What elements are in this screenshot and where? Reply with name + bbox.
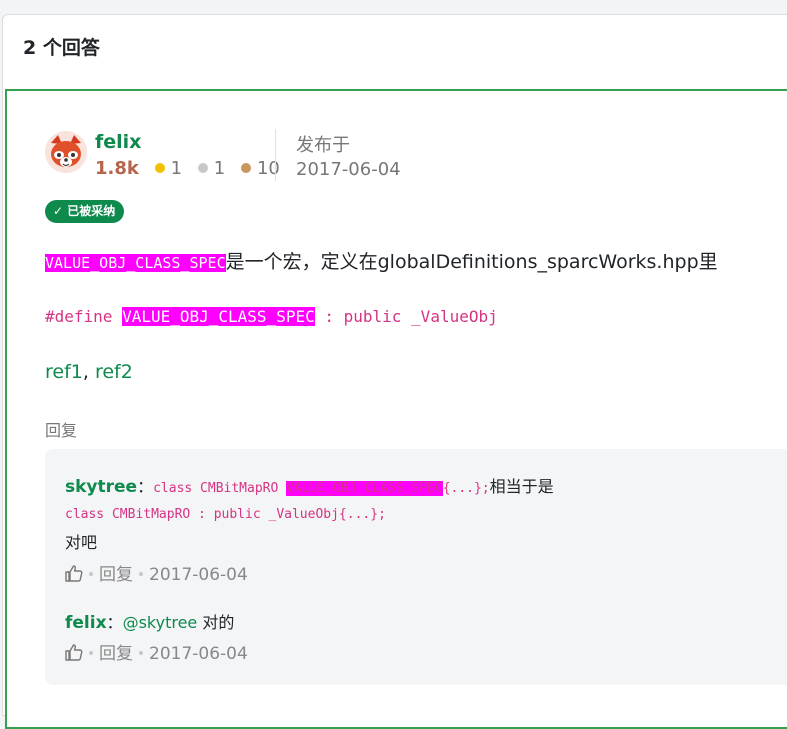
- red-panda-avatar-icon: [45, 131, 87, 173]
- macro-highlight: VALUE_OBJ_CLASS_SPEC: [45, 254, 226, 272]
- reference-links: ref1, ref2: [45, 361, 133, 383]
- comment-date: 2017-06-04: [149, 565, 248, 585]
- thumbs-up-icon[interactable]: [65, 565, 83, 582]
- gold-badge-count: 1: [170, 158, 183, 179]
- comment-1-line-3: 对吧: [65, 529, 97, 553]
- separator-dot: [89, 572, 93, 576]
- code-define: #define: [45, 307, 123, 326]
- separator-dot: [139, 572, 143, 576]
- comment-author[interactable]: skytree: [65, 477, 137, 497]
- silver-badge-count: 1: [213, 158, 226, 179]
- ref-link[interactable]: ref2: [95, 361, 133, 383]
- gold-badge-icon: [154, 163, 165, 173]
- author-reputation: 1.8k 1 1 10: [95, 158, 280, 179]
- comment-2-line-1: felix：@skytree 对的: [65, 609, 234, 633]
- comment-colon: ：: [137, 477, 154, 496]
- silver-badge-icon: [197, 163, 208, 173]
- comment-reply-button[interactable]: 回复: [99, 644, 133, 664]
- bronze-badge-icon: [240, 163, 251, 173]
- avatar[interactable]: [45, 131, 87, 173]
- comment-macro-highlight: VALUE_OBJ_CLASS_SPEC: [286, 481, 443, 496]
- comment-date: 2017-06-04: [149, 644, 248, 664]
- comment-colon: ：: [106, 613, 123, 632]
- reply-button[interactable]: 回复: [45, 417, 77, 441]
- comment-code: {...};: [442, 481, 490, 496]
- divider: [275, 129, 276, 181]
- comment-1-line-1: skytree：class CMBitMapRO VALUE_OBJ_CLASS…: [65, 473, 554, 497]
- comment-text: 相当于是: [489, 477, 554, 496]
- answers-panel: 2 个回答 felix 1.8k 1 1 10 发布于 2017-06-04 ✓…: [2, 14, 787, 729]
- code-snippet: #define VALUE_OBJ_CLASS_SPEC : public _V…: [45, 307, 498, 326]
- answer-text: VALUE_OBJ_CLASS_SPEC是一个宏，定义在globalDefini…: [45, 247, 718, 274]
- comment-code: class CMBitMapRO: [153, 481, 287, 496]
- answer-sentence: 是一个宏，定义在globalDefinitions_sparcWorks.hpp…: [225, 251, 718, 273]
- comment-code: class CMBitMapRO : public _ValueObj{...}…: [65, 507, 386, 522]
- posted-date: 2017-06-04: [296, 159, 401, 180]
- comment-1-meta: 回复 2017-06-04: [65, 560, 248, 585]
- refs-separator: ,: [82, 361, 95, 383]
- comments-section: skytree：class CMBitMapRO VALUE_OBJ_CLASS…: [45, 449, 787, 685]
- accepted-badge: ✓ 已被采纳: [45, 200, 125, 223]
- comment-2-meta: 回复 2017-06-04: [65, 639, 248, 664]
- mention-link[interactable]: @skytree: [123, 613, 198, 632]
- bronze-badge-count: 10: [256, 158, 280, 179]
- code-suffix: : public _ValueObj: [314, 307, 498, 326]
- answer-author[interactable]: felix: [95, 131, 141, 153]
- ref-link[interactable]: ref1: [45, 361, 83, 383]
- comment-text: 对的: [197, 613, 235, 632]
- thumbs-up-icon[interactable]: [65, 644, 83, 661]
- separator-dot: [139, 651, 143, 655]
- reputation-score: 1.8k: [95, 158, 139, 179]
- separator-dot: [89, 651, 93, 655]
- comment-text: 对吧: [65, 533, 98, 552]
- posted-label: 发布于: [296, 135, 350, 156]
- comment-reply-button[interactable]: 回复: [99, 565, 133, 585]
- code-macro-highlight: VALUE_OBJ_CLASS_SPEC: [122, 307, 315, 326]
- answer-card: felix 1.8k 1 1 10 发布于 2017-06-04 ✓ 已被采纳 …: [5, 89, 787, 729]
- comment-1-line-2: class CMBitMapRO : public _ValueObj{...}…: [65, 503, 386, 522]
- comment-author[interactable]: felix: [65, 613, 107, 633]
- answers-count-heading: 2 个回答: [23, 37, 100, 59]
